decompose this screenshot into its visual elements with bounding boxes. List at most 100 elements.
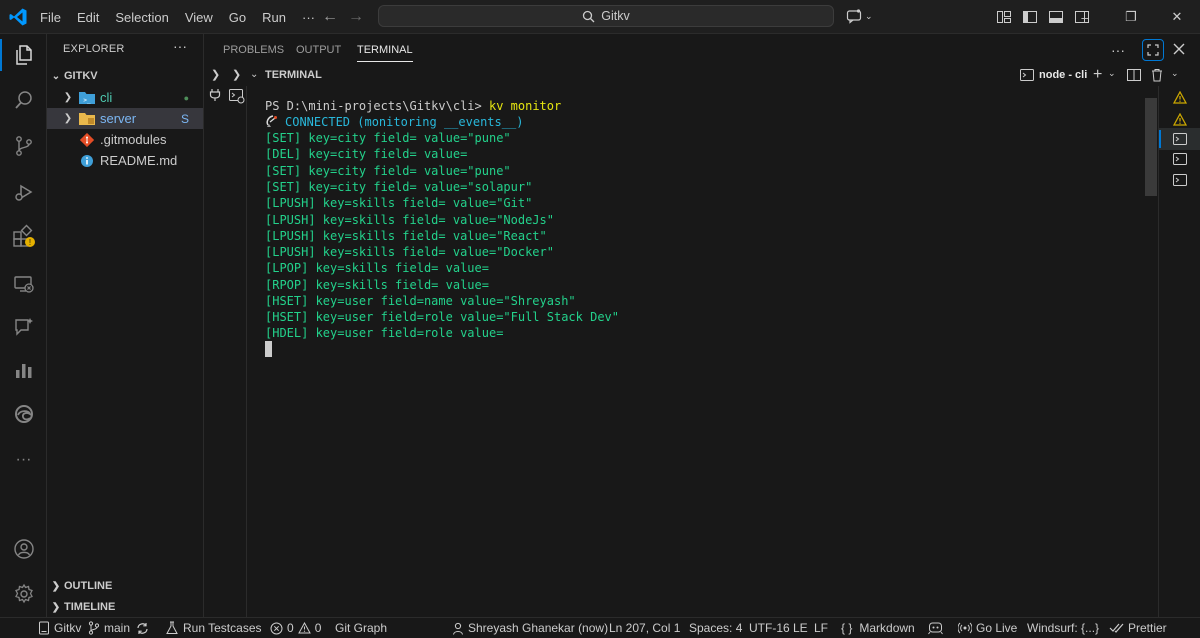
toggle-primary-sidebar-icon[interactable] bbox=[1022, 9, 1038, 25]
status-go-live[interactable]: Go Live bbox=[958, 618, 1017, 638]
terminal-settings-icon[interactable] bbox=[229, 88, 245, 104]
new-terminal-icon[interactable]: + bbox=[1093, 66, 1102, 84]
terminal-scrollbar[interactable] bbox=[1145, 98, 1157, 196]
restore-icon[interactable]: ❐ bbox=[1108, 9, 1154, 25]
close-window-icon[interactable]: ✕ bbox=[1154, 9, 1200, 25]
tree-item-cli[interactable]: ❯ >_ cli ● bbox=[47, 87, 203, 108]
menu-edit[interactable]: Edit bbox=[69, 10, 107, 25]
manage-gear-icon[interactable] bbox=[0, 574, 47, 614]
back-arrow-icon[interactable]: ← bbox=[322, 8, 338, 26]
source-control-icon[interactable] bbox=[0, 126, 47, 166]
error-count: 0 bbox=[287, 621, 294, 635]
extensions-icon[interactable]: ! bbox=[0, 216, 47, 256]
modified-dot: ● bbox=[183, 92, 189, 103]
git-icon bbox=[79, 132, 95, 147]
terminal-instance-name: node - cli bbox=[1039, 69, 1088, 81]
copilot-status-icon[interactable] bbox=[928, 618, 943, 638]
status-bar: Gitkv main Run Testcases 0 0 Git Graph S… bbox=[0, 617, 1200, 638]
terminal-icon bbox=[1173, 132, 1187, 146]
status-eol[interactable]: LF bbox=[814, 618, 828, 638]
chevron-down-icon[interactable]: ⌄ bbox=[1108, 68, 1116, 79]
status-git-graph[interactable]: Git Graph bbox=[335, 618, 387, 638]
command-center-search[interactable]: Gitkv bbox=[378, 5, 834, 27]
status-problems[interactable]: 0 0 bbox=[270, 618, 321, 638]
edge-devtools-icon[interactable] bbox=[0, 394, 47, 434]
chart-icon[interactable] bbox=[0, 350, 47, 390]
kill-terminal-trash-icon[interactable] bbox=[1150, 68, 1164, 82]
workspace-root[interactable]: ⌄ GITKV bbox=[47, 66, 204, 86]
status-indentation[interactable]: Spaces: 4 bbox=[689, 618, 742, 638]
chevron-right-icon: ❯ bbox=[51, 580, 61, 592]
status-prettier[interactable]: Prettier bbox=[1109, 618, 1167, 638]
status-windsurf[interactable]: Windsurf: {...} bbox=[1027, 618, 1099, 638]
broadcast-icon bbox=[958, 622, 972, 634]
status-run-testcases[interactable]: Run Testcases bbox=[165, 618, 262, 638]
menu-selection[interactable]: Selection bbox=[107, 10, 176, 25]
tab-output[interactable]: OUTPUT bbox=[296, 34, 341, 66]
maximize-panel-icon[interactable] bbox=[1142, 39, 1164, 61]
menu-more[interactable]: ··· bbox=[294, 10, 323, 25]
tree-item-label: README.md bbox=[100, 153, 178, 168]
terminal-tab-warning[interactable] bbox=[1159, 86, 1200, 108]
search-icon[interactable] bbox=[0, 80, 47, 120]
status-cursor-position[interactable]: Ln 207, Col 1 bbox=[609, 618, 680, 638]
language-label: Markdown bbox=[859, 621, 915, 635]
copilot-button[interactable]: ⌄ bbox=[846, 8, 873, 24]
menu-view[interactable]: View bbox=[177, 10, 221, 25]
chevron-down-icon: ⌄ bbox=[51, 70, 61, 82]
tree-item-gitmodules[interactable]: .gitmodules bbox=[47, 129, 203, 150]
terminal-tab-warning[interactable] bbox=[1159, 108, 1200, 130]
tab-terminal[interactable]: TERMINAL bbox=[357, 34, 413, 66]
split-terminal-icon[interactable] bbox=[1127, 68, 1141, 82]
vscode-logo-icon bbox=[8, 7, 28, 27]
forward-arrow-icon[interactable]: → bbox=[348, 8, 364, 26]
tree-item-readme[interactable]: README.md bbox=[47, 150, 203, 171]
status-encoding[interactable]: UTF-16 LE bbox=[749, 618, 808, 638]
close-panel-icon[interactable] bbox=[1172, 42, 1186, 56]
explorer-icon[interactable] bbox=[0, 35, 47, 75]
customize-layout-icon[interactable] bbox=[996, 9, 1012, 25]
nav-arrows: ← → bbox=[322, 0, 364, 34]
error-icon bbox=[270, 622, 283, 635]
satellite-icon bbox=[265, 114, 285, 130]
status-blame[interactable]: Shreyash Ghanekar (now) bbox=[452, 618, 608, 638]
terminal-event-line: [RPOP] key=skills field= value= bbox=[265, 278, 489, 292]
status-branch[interactable]: main bbox=[88, 618, 130, 638]
terminal-tab[interactable] bbox=[1159, 169, 1200, 191]
chevron-right-icon[interactable]: ❯ bbox=[211, 68, 220, 81]
minimize-icon[interactable]: – bbox=[1062, 10, 1108, 25]
copilot-icon bbox=[846, 8, 862, 24]
tree-item-label: cli bbox=[100, 90, 113, 105]
explorer-more-actions[interactable]: ··· bbox=[173, 38, 187, 54]
chevron-down-icon: ⌄ bbox=[865, 10, 873, 21]
tree-item-server[interactable]: ❯ server S bbox=[47, 108, 203, 129]
terminal-tab[interactable] bbox=[1159, 148, 1200, 170]
status-language[interactable]: { } Markdown bbox=[841, 618, 915, 638]
run-debug-icon[interactable] bbox=[0, 172, 47, 212]
chevron-right-icon[interactable]: ❯ bbox=[232, 68, 241, 81]
chat-icon[interactable] bbox=[0, 307, 47, 347]
braces-icon: { } bbox=[841, 621, 853, 635]
chevron-down-icon[interactable]: ⌄ bbox=[250, 69, 258, 80]
more-views-icon[interactable]: ··· bbox=[0, 440, 47, 480]
panel-more-actions[interactable]: ··· bbox=[1111, 34, 1125, 66]
person-icon bbox=[452, 622, 464, 635]
status-repo[interactable]: Gitkv bbox=[38, 618, 81, 638]
terminal-tab-active[interactable] bbox=[1159, 128, 1200, 150]
chevron-down-icon[interactable]: ⌄ bbox=[1171, 68, 1179, 79]
terminal-instance-selector[interactable]: node - cli bbox=[1020, 68, 1087, 82]
terminal-connected-line: CONNECTED (monitoring __events__) bbox=[265, 114, 523, 130]
tab-problems[interactable]: PROBLEMS bbox=[223, 34, 284, 66]
menu-run[interactable]: Run bbox=[254, 10, 294, 25]
outline-section[interactable]: ❯ OUTLINE bbox=[47, 576, 204, 596]
menu-bar: File Edit Selection View Go Run ··· bbox=[32, 0, 323, 34]
beaker-icon bbox=[165, 621, 179, 635]
timeline-section[interactable]: ❯ TIMELINE bbox=[47, 597, 204, 617]
sync-icon[interactable] bbox=[136, 618, 149, 638]
menu-file[interactable]: File bbox=[32, 10, 69, 25]
account-icon[interactable] bbox=[0, 529, 47, 569]
terminal-event-line: [SET] key=city field= value="pune" bbox=[265, 164, 511, 178]
terminal-output[interactable]: PS D:\mini-projects\Gitkv\cli> kv monito… bbox=[248, 86, 1144, 617]
menu-go[interactable]: Go bbox=[221, 10, 254, 25]
remote-explorer-icon[interactable] bbox=[0, 264, 47, 304]
